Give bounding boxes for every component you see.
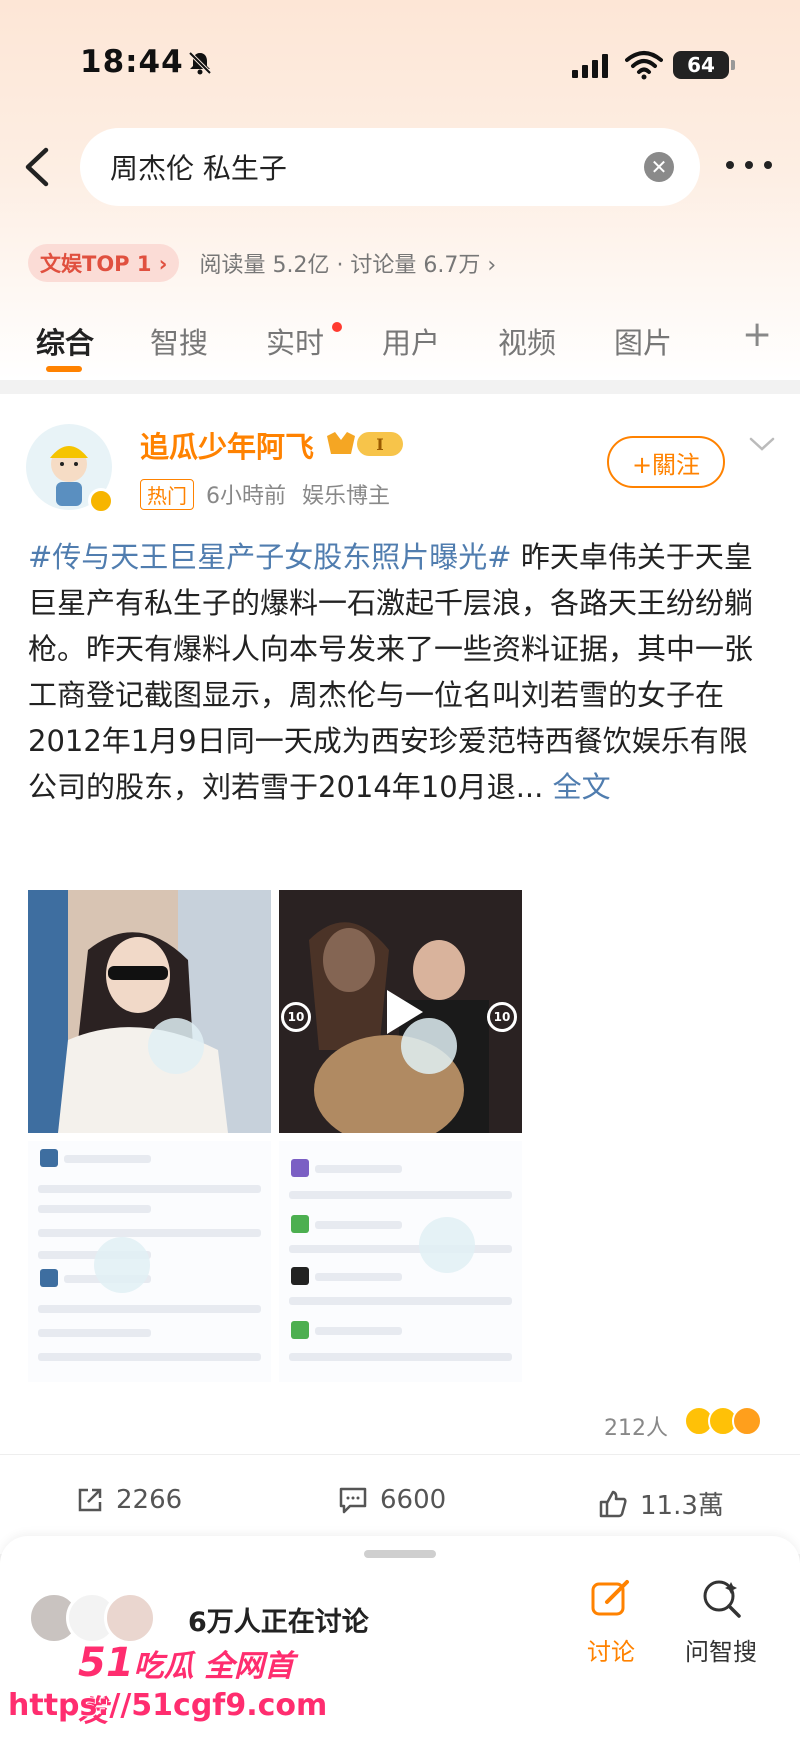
thumbs-up-icon [599, 1490, 627, 1517]
discussion-count[interactable]: 6万人正在讨论 [188, 1600, 369, 1639]
bell-muted-icon [188, 51, 212, 75]
post-body: 昨天卓伟关于天皇巨星产有私生子的爆料一石激起千层浪，各路天王纷纷躺枪。昨天有爆料… [28, 540, 754, 804]
post-image-3[interactable] [28, 1141, 271, 1382]
search-input[interactable]: 周杰伦 私生子 ✕ [80, 128, 700, 206]
realtime-dot [332, 322, 342, 332]
chevron-down-icon[interactable] [748, 434, 776, 454]
like-button[interactable]: 11.3萬 [598, 1485, 724, 1522]
repost-button[interactable]: 2266 [76, 1485, 182, 1515]
reaction-count[interactable]: 212人 [604, 1410, 668, 1442]
discuss-label: 讨论 [587, 1638, 635, 1666]
hot-stats[interactable]: 阅读量 5.2亿 · 讨论量 6.7万 › [199, 247, 496, 279]
watermark-url: https://51cgf9.com [8, 1688, 328, 1723]
full-text-link[interactable]: 全文 [553, 770, 611, 804]
tab-comprehensive[interactable]: 综合 [36, 320, 94, 362]
tab-images[interactable]: 图片 [614, 320, 672, 362]
watermark-avatar [419, 1217, 475, 1273]
edit-icon [591, 1580, 629, 1616]
more-options-icon[interactable] [726, 148, 772, 182]
participant-avatars [28, 1592, 156, 1644]
clear-search-icon[interactable]: ✕ [644, 152, 674, 182]
active-tab-indicator [46, 366, 82, 372]
wifi-icon [625, 51, 663, 80]
watermark-avatar [401, 1018, 457, 1074]
post-image-4[interactable] [279, 1141, 522, 1382]
post-image-1[interactable] [28, 890, 271, 1133]
post-video-thumbnail[interactable]: 10 10 [279, 890, 522, 1133]
repost-count: 2266 [116, 1485, 183, 1515]
search-query: 周杰伦 私生子 [110, 152, 287, 185]
tab-realtime[interactable]: 实时 [266, 320, 324, 362]
status-time: 18:44 [80, 44, 184, 80]
site-watermark: 51吃瓜 全网首发 https://51cgf9.com [0, 1640, 327, 1739]
avatar [104, 1592, 156, 1644]
add-tab-icon[interactable]: + [742, 314, 772, 355]
ask-label: 问智搜 [685, 1638, 757, 1666]
repost-icon [78, 1488, 102, 1512]
rewind-10-icon[interactable]: 10 [281, 1002, 311, 1032]
watermark-avatar [94, 1237, 150, 1293]
tab-bar: 综合 智搜 实时 用户 视频 图片 + [0, 310, 800, 380]
post-time: 6小時前 [206, 484, 286, 509]
image-grid: 10 10 [28, 890, 522, 1382]
status-bar: 18:44 64 [0, 0, 800, 120]
smart-search-icon [703, 1580, 741, 1618]
watermark-avatar [148, 1018, 204, 1074]
crown-level-icon: I [327, 432, 403, 456]
angry-emoji-icon [732, 1406, 762, 1436]
forward-10-icon[interactable]: 10 [487, 1002, 517, 1032]
ask-smart-search-button[interactable]: 问智搜 [676, 1576, 766, 1667]
author-category: 娱乐博主 [302, 484, 391, 509]
discuss-button[interactable]: 讨论 [566, 1576, 656, 1667]
post-meta: 热门 6小時前 娱乐博主 [140, 478, 390, 510]
follow-button[interactable]: +關注 [607, 436, 725, 488]
post-actions: 2266 6600 11.3萬 [0, 1454, 800, 1544]
post-card: 追瓜少年阿飞 I 热门 6小時前 娱乐博主 +關注 #传与天王巨星产子女股东照片… [0, 394, 800, 1554]
signal-icon [572, 54, 608, 78]
hot-rank-row[interactable]: 文娱TOP 1 › 阅读量 5.2亿 · 讨论量 6.7万 › [28, 244, 496, 282]
like-count: 11.3萬 [640, 1491, 724, 1521]
comment-button[interactable]: 6600 [338, 1485, 446, 1515]
reaction-emojis[interactable] [684, 1406, 762, 1436]
tab-users[interactable]: 用户 [382, 320, 440, 362]
verified-badge-icon [88, 488, 114, 514]
comment-icon [339, 1487, 367, 1514]
comment-count: 6600 [380, 1485, 447, 1515]
level-badge-text: I [376, 435, 383, 454]
topic-link[interactable]: #传与天王巨星产子女股东照片曝光# [28, 540, 512, 574]
hot-tag: 热门 [140, 478, 194, 510]
hot-rank-badge[interactable]: 文娱TOP 1 › [28, 244, 180, 282]
back-arrow-icon[interactable] [20, 146, 54, 188]
drag-handle[interactable] [364, 1550, 436, 1558]
tab-video[interactable]: 视频 [498, 320, 556, 362]
author-name[interactable]: 追瓜少年阿飞 [140, 424, 314, 466]
battery-indicator: 64 [673, 51, 735, 79]
header-area: 18:44 64 周杰伦 私生子 ✕ 文娱TOP 1 › 阅读量 5.2亿 · … [0, 0, 800, 380]
tab-smart-search[interactable]: 智搜 [150, 320, 208, 362]
post-text: #传与天王巨星产子女股东照片曝光# 昨天卓伟关于天皇巨星产有私生子的爆料一石激起… [28, 534, 768, 810]
